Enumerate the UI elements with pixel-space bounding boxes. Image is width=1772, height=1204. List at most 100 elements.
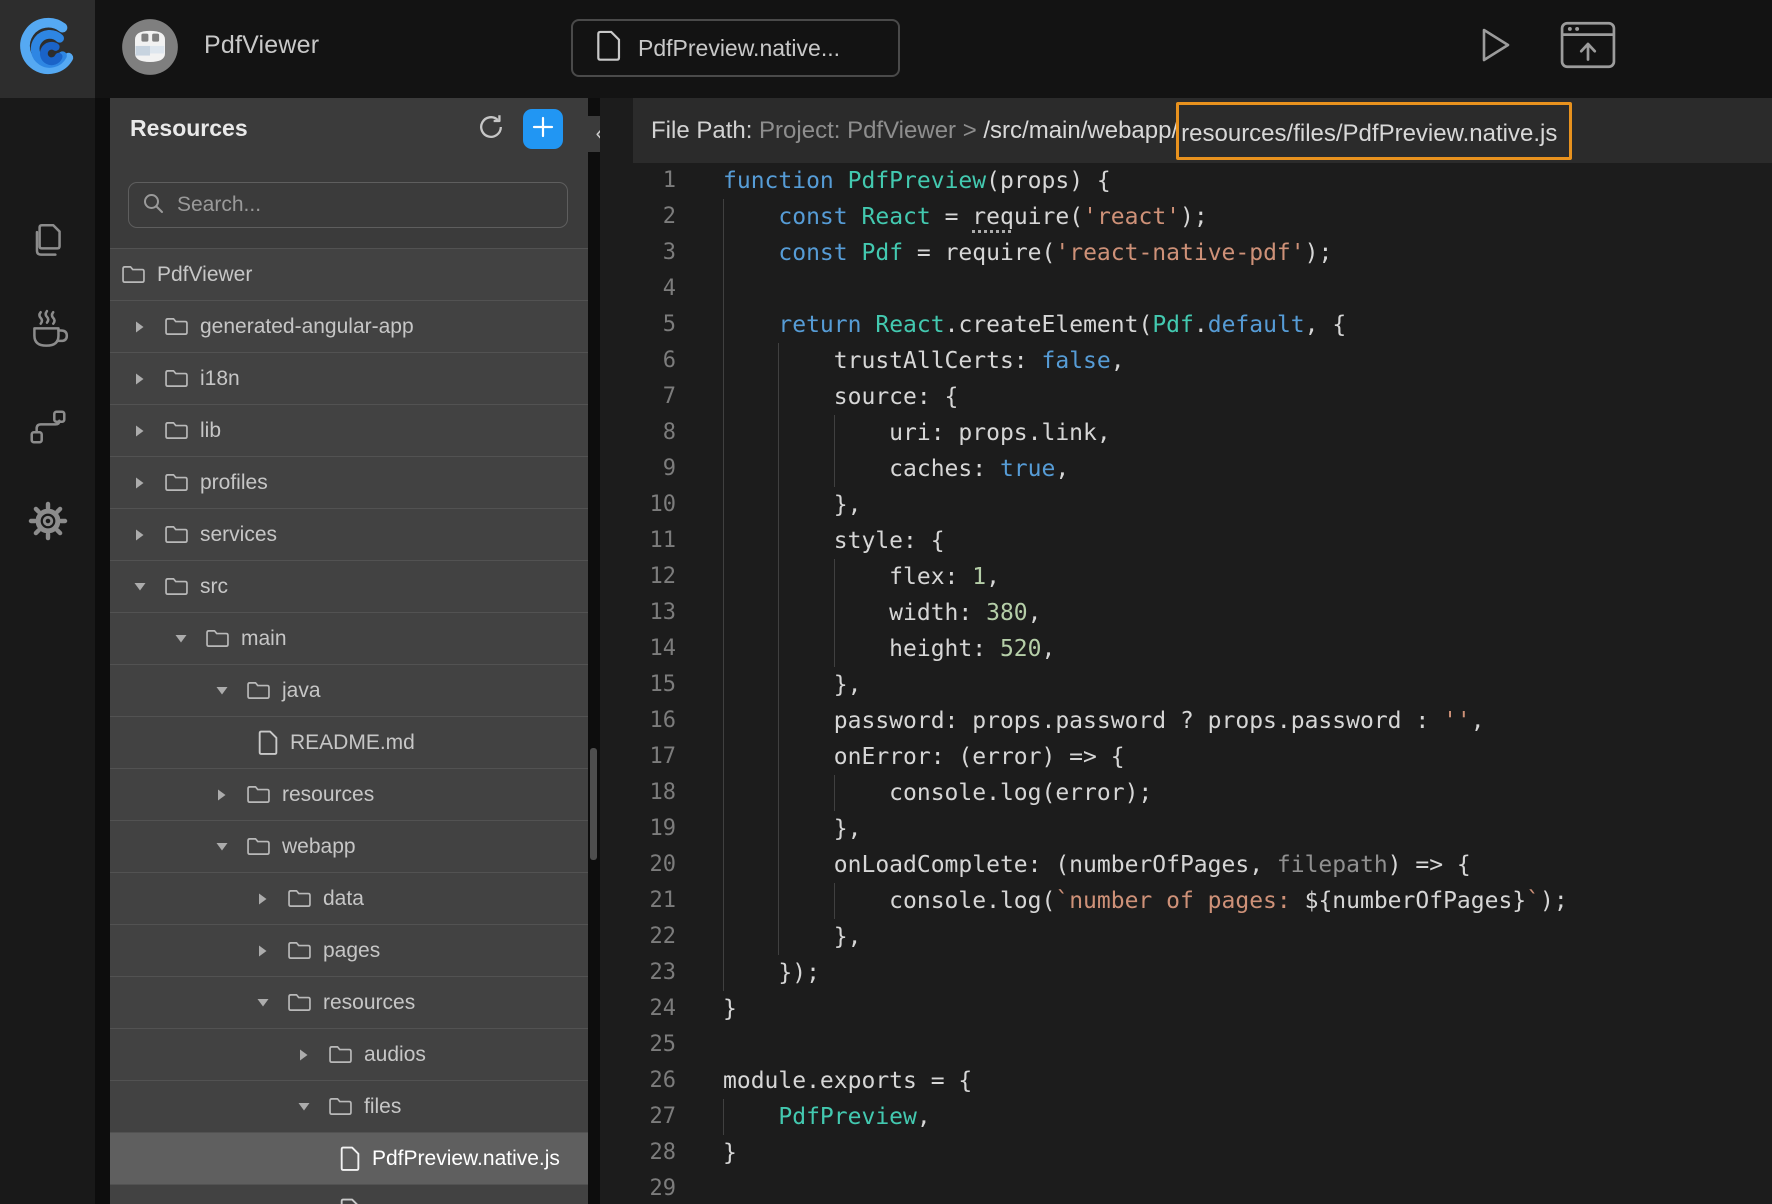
rail-documents-button[interactable] <box>0 216 95 270</box>
publish-button[interactable] <box>1558 22 1618 72</box>
settings-gear-icon <box>26 499 70 548</box>
code-text: return React.createElement(Pdf.default, … <box>723 307 1772 343</box>
indent-guide <box>778 379 779 415</box>
line-number: 9 <box>600 451 676 487</box>
rail-flow-button[interactable] <box>0 402 95 456</box>
chevron-right-icon[interactable] <box>132 372 147 386</box>
line-number: 19 <box>600 811 676 847</box>
chevron-right-icon[interactable] <box>255 944 270 958</box>
indent-guide <box>723 235 724 271</box>
tree-item-services[interactable]: services <box>110 508 588 560</box>
code-text: onLoadComplete: (numberOfPages, filepath… <box>723 847 1772 883</box>
tree-item-i18n[interactable]: i18n <box>110 352 588 404</box>
indent-guide <box>834 559 835 595</box>
chevron-right-icon[interactable] <box>255 892 270 906</box>
search-input[interactable] <box>175 192 555 218</box>
chevron-right-icon[interactable] <box>132 424 147 438</box>
tree-item-pages[interactable]: pages <box>110 924 588 976</box>
tree-item-lib[interactable]: lib <box>110 404 588 456</box>
open-file-tab-label: PdfPreview.native... <box>638 35 840 62</box>
chevron-down-icon[interactable] <box>214 685 229 696</box>
folder-icon <box>165 577 188 596</box>
chevron-down-icon[interactable] <box>214 841 229 852</box>
editor-pane: File Path: Project: PdfViewer > /src/mai… <box>600 98 1772 1204</box>
run-button[interactable] <box>1471 23 1519 71</box>
indent-guide <box>778 451 779 487</box>
code-line-18: 18 console.log(error); <box>600 775 1772 811</box>
chevron-right-icon[interactable] <box>214 788 229 802</box>
line-number: 1 <box>600 163 676 199</box>
chevron-right-icon[interactable] <box>296 1048 311 1062</box>
tree-item-label: java <box>282 679 321 703</box>
indent-guide <box>778 883 779 919</box>
ide-logo-button[interactable] <box>0 0 95 98</box>
tree-item-label: README.md <box>290 731 415 755</box>
chevron-right-icon[interactable] <box>132 476 147 490</box>
code-line-7: 7 source: { <box>600 379 1772 415</box>
indent-guide <box>778 811 779 847</box>
file-path-bar: File Path: Project: PdfViewer > /src/mai… <box>633 98 1772 163</box>
line-number: 18 <box>600 775 676 811</box>
indent-guide <box>778 919 779 955</box>
code-area[interactable]: 1function PdfPreview(props) {2 const Rea… <box>600 163 1772 1204</box>
tree-item-pdfviewer[interactable]: PdfViewer <box>110 248 588 300</box>
chevron-down-icon[interactable] <box>255 997 270 1008</box>
tree-item-pdfpreview.native.js[interactable]: PdfPreview.native.js <box>110 1132 588 1184</box>
chevron-right-icon[interactable] <box>132 320 147 334</box>
open-file-tab[interactable]: PdfPreview.native... <box>571 19 900 77</box>
code-text: onError: (error) => { <box>723 739 1772 775</box>
tree-item-label: files <box>364 1095 401 1119</box>
indent-guide <box>778 415 779 451</box>
indent-guide <box>723 343 724 379</box>
rail-settings-button[interactable] <box>0 496 95 550</box>
line-number: 27 <box>600 1099 676 1135</box>
code-line-11: 11 style: { <box>600 523 1772 559</box>
wave-logo <box>17 16 79 83</box>
tree-item-webapp[interactable]: webapp <box>110 820 588 872</box>
code-text: }, <box>723 811 1772 847</box>
code-text: console.log(error); <box>723 775 1772 811</box>
tree-scrollbar-thumb[interactable] <box>590 748 597 860</box>
chevron-down-icon[interactable] <box>296 1101 311 1112</box>
file-icon <box>257 730 278 755</box>
chevron-right-icon[interactable] <box>132 528 147 542</box>
line-number: 4 <box>600 271 676 307</box>
code-text: } <box>723 991 1772 1027</box>
tree-item-partial[interactable] <box>110 1184 588 1204</box>
indent-guide <box>778 559 779 595</box>
refresh-button[interactable] <box>474 112 508 146</box>
tree-item-java[interactable]: java <box>110 664 588 716</box>
tree-item-generated-angular-app[interactable]: generated-angular-app <box>110 300 588 352</box>
indent-guide <box>723 271 724 307</box>
line-number: 20 <box>600 847 676 883</box>
panel-divider-left <box>95 98 110 1204</box>
indent-guide <box>723 1099 724 1135</box>
tree-item-files[interactable]: files <box>110 1080 588 1132</box>
tree-item-audios[interactable]: audios <box>110 1028 588 1080</box>
indent-guide <box>834 595 835 631</box>
code-line-19: 19 }, <box>600 811 1772 847</box>
tree-item-resources[interactable]: resources <box>110 768 588 820</box>
tree-item-src[interactable]: src <box>110 560 588 612</box>
indent-guide <box>723 451 724 487</box>
code-text: style: { <box>723 523 1772 559</box>
tree-item-readme.md[interactable]: README.md <box>110 716 588 768</box>
rail-coffee-button[interactable] <box>0 306 95 360</box>
indent-guide <box>723 775 724 811</box>
tree-item-profiles[interactable]: profiles <box>110 456 588 508</box>
tree-item-resources[interactable]: resources <box>110 976 588 1028</box>
add-resource-button[interactable] <box>523 109 563 149</box>
indent-guide <box>723 811 724 847</box>
chevron-down-icon[interactable] <box>132 581 147 592</box>
indent-guide <box>778 487 779 523</box>
indent-guide <box>834 775 835 811</box>
indent-guide <box>834 883 835 919</box>
tree-item-data[interactable]: data <box>110 872 588 924</box>
ide-window: PdfViewer PdfPreview.native... <box>0 0 1772 1204</box>
chevron-down-icon[interactable] <box>173 633 188 644</box>
code-text: width: 380, <box>723 595 1772 631</box>
code-line-16: 16 password: props.password ? props.pass… <box>600 703 1772 739</box>
code-line-20: 20 onLoadComplete: (numberOfPages, filep… <box>600 847 1772 883</box>
tree-item-main[interactable]: main <box>110 612 588 664</box>
project-title: PdfViewer <box>204 31 319 60</box>
